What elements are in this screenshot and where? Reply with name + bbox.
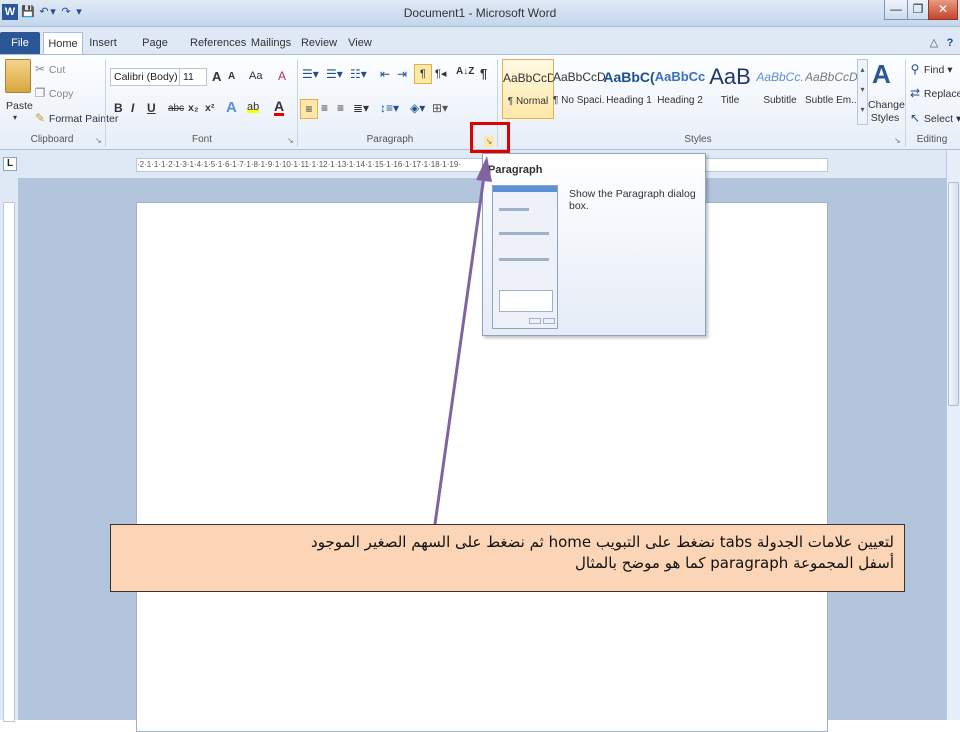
paragraph-group-label: Paragraph — [366, 134, 414, 145]
tab-view[interactable]: View — [346, 32, 374, 54]
minimize-ribbon-icon[interactable]: △ — [928, 32, 940, 54]
paste-button[interactable]: Paste — [6, 100, 33, 112]
cursor-icon: ↖ — [909, 111, 921, 125]
replace-button[interactable]: ⇄ Replace — [909, 86, 960, 100]
multilevel-list-icon[interactable]: ☷▾ — [350, 67, 367, 81]
vertical-scrollbar[interactable] — [946, 150, 960, 720]
tab-file[interactable]: File — [0, 32, 40, 54]
show-hide-icon[interactable]: ¶ — [480, 66, 487, 81]
clipboard-group-label: Clipboard — [30, 134, 74, 145]
style-subtitle[interactable]: AaBbCc. Subtitle — [754, 59, 806, 119]
subscript-button[interactable]: x₂ — [188, 102, 199, 114]
change-styles-icon[interactable]: A — [872, 59, 891, 90]
tab-review[interactable]: Review — [300, 32, 338, 54]
font-size-combo[interactable]: 11 — [179, 68, 207, 86]
tab-insert[interactable]: Insert — [86, 32, 120, 54]
align-left-icon[interactable]: ≡ — [300, 99, 318, 119]
paste-dropdown-icon[interactable]: ▾ — [13, 113, 17, 122]
style-heading-2[interactable]: AaBbCc Heading 2 — [654, 59, 706, 119]
binoculars-icon: ⚲ — [910, 62, 920, 76]
window-title: Document1 - Microsoft Word — [403, 6, 557, 20]
align-right-icon[interactable]: ≡ — [337, 101, 344, 115]
borders-icon[interactable]: ⊞▾ — [432, 101, 448, 115]
scissors-icon: ✂ — [34, 62, 46, 76]
clipboard-launcher-icon[interactable]: ↘ — [95, 136, 102, 145]
editing-group-label: Editing — [916, 134, 948, 145]
styles-launcher-icon[interactable]: ↘ — [894, 136, 901, 145]
bold-button[interactable]: B — [114, 101, 123, 115]
rtl-direction-icon[interactable]: ¶◂ — [435, 67, 446, 80]
font-launcher-icon[interactable]: ↘ — [287, 136, 294, 145]
font-name-combo[interactable]: Calibri (Body) — [110, 68, 180, 86]
style-subtle-emphasis[interactable]: AaBbCcD( Subtle Em... — [805, 59, 857, 119]
strikethrough-button[interactable]: abc — [168, 103, 184, 114]
horizontal-ruler: L ·2·1·1·1·2·1·3·1·4·1·5·1·6·1·7·1·8·1·9… — [0, 150, 960, 178]
tooltip-description: Show the Paragraph dialog box. — [569, 188, 696, 212]
underline-button[interactable]: U — [147, 101, 156, 115]
tab-selector-button[interactable]: L — [3, 157, 17, 171]
change-styles-button[interactable]: Change Styles — [868, 99, 905, 125]
paragraph-tooltip: Paragraph Show the Paragraph dialog box. — [482, 153, 706, 336]
styles-group-label: Styles — [684, 134, 712, 145]
shading-icon[interactable]: ◈▾ — [410, 101, 425, 115]
note-line-2: أسفل المجموعة paragraph كما هو موضح بالم… — [574, 554, 894, 572]
copy-button[interactable]: ❐ Copy — [34, 86, 74, 100]
tab-page-layout[interactable]: Page Layout — [126, 32, 184, 71]
numbering-icon[interactable]: ☰▾ — [326, 67, 343, 81]
find-button[interactable]: ⚲ Find ▾ — [909, 62, 953, 76]
font-group-label: Font — [191, 134, 212, 145]
justify-icon[interactable]: ≣▾ — [353, 101, 369, 115]
tab-references[interactable]: References — [190, 32, 246, 54]
paragraph-dialog-thumbnail — [492, 185, 558, 329]
increase-indent-icon[interactable]: ⇥ — [397, 67, 407, 81]
styles-gallery-scroll[interactable]: ▴ ▾ ▾ — [857, 59, 868, 125]
highlight-icon[interactable]: ab — [247, 101, 260, 113]
launcher-highlight-box — [470, 122, 510, 153]
line-spacing-icon[interactable]: ↕≡▾ — [380, 101, 399, 115]
paintbrush-icon: ✎ — [34, 111, 46, 125]
cut-button[interactable]: ✂ Cut — [34, 62, 65, 76]
superscript-button[interactable]: x² — [205, 102, 214, 114]
select-button[interactable]: ↖ Select ▾ — [909, 111, 960, 125]
style-title[interactable]: AaB Title — [704, 59, 756, 119]
style-no-spacing[interactable]: AaBbCcDc ¶ No Spaci... — [553, 59, 605, 119]
minimize-button[interactable]: — — [884, 0, 908, 20]
sort-icon[interactable]: A↓Z — [456, 66, 474, 77]
style-heading-1[interactable]: AaBbC( Heading 1 — [603, 59, 655, 119]
paste-icon[interactable] — [5, 59, 31, 93]
grow-font-icon[interactable]: A — [212, 69, 221, 84]
decrease-indent-icon[interactable]: ⇤ — [380, 67, 390, 81]
scrollbar-thumb[interactable] — [948, 182, 959, 406]
italic-button[interactable]: I — [131, 101, 134, 115]
clear-formatting-icon[interactable]: A — [278, 69, 286, 83]
ltr-direction-icon[interactable]: ¶ — [414, 64, 432, 84]
replace-icon: ⇄ — [909, 86, 921, 100]
vertical-ruler — [0, 178, 18, 722]
change-case-icon[interactable]: Aa — [249, 70, 262, 82]
vertical-ruler-scale[interactable] — [3, 202, 15, 722]
tooltip-title: Paragraph — [488, 164, 543, 176]
tab-mailings[interactable]: Mailings — [250, 32, 292, 54]
instruction-note: لتعيين علامات الجدولة tabs نضغط على التب… — [110, 524, 905, 592]
ribbon-tabs: File Home Insert Page Layout References … — [0, 27, 960, 71]
note-line-1: لتعيين علامات الجدولة tabs نضغط على التب… — [311, 533, 894, 551]
tab-home[interactable]: Home — [43, 32, 83, 54]
style-normal[interactable]: AaBbCcDc ¶ Normal — [502, 59, 554, 119]
restore-button[interactable]: ❐ — [907, 0, 929, 20]
align-center-icon[interactable]: ≡ — [321, 101, 328, 115]
copy-icon: ❐ — [34, 86, 46, 100]
font-color-icon[interactable]: A — [274, 99, 285, 116]
close-button[interactable]: ✕ — [928, 0, 958, 20]
bullets-icon[interactable]: ☰▾ — [302, 67, 319, 81]
text-effects-icon[interactable]: A — [226, 99, 237, 116]
shrink-font-icon[interactable]: A — [228, 71, 235, 82]
title-bar: W 💾 ↶ ▾ ↷ ▾ Document1 - Microsoft Word —… — [0, 0, 960, 27]
help-icon[interactable]: ? — [944, 32, 956, 54]
